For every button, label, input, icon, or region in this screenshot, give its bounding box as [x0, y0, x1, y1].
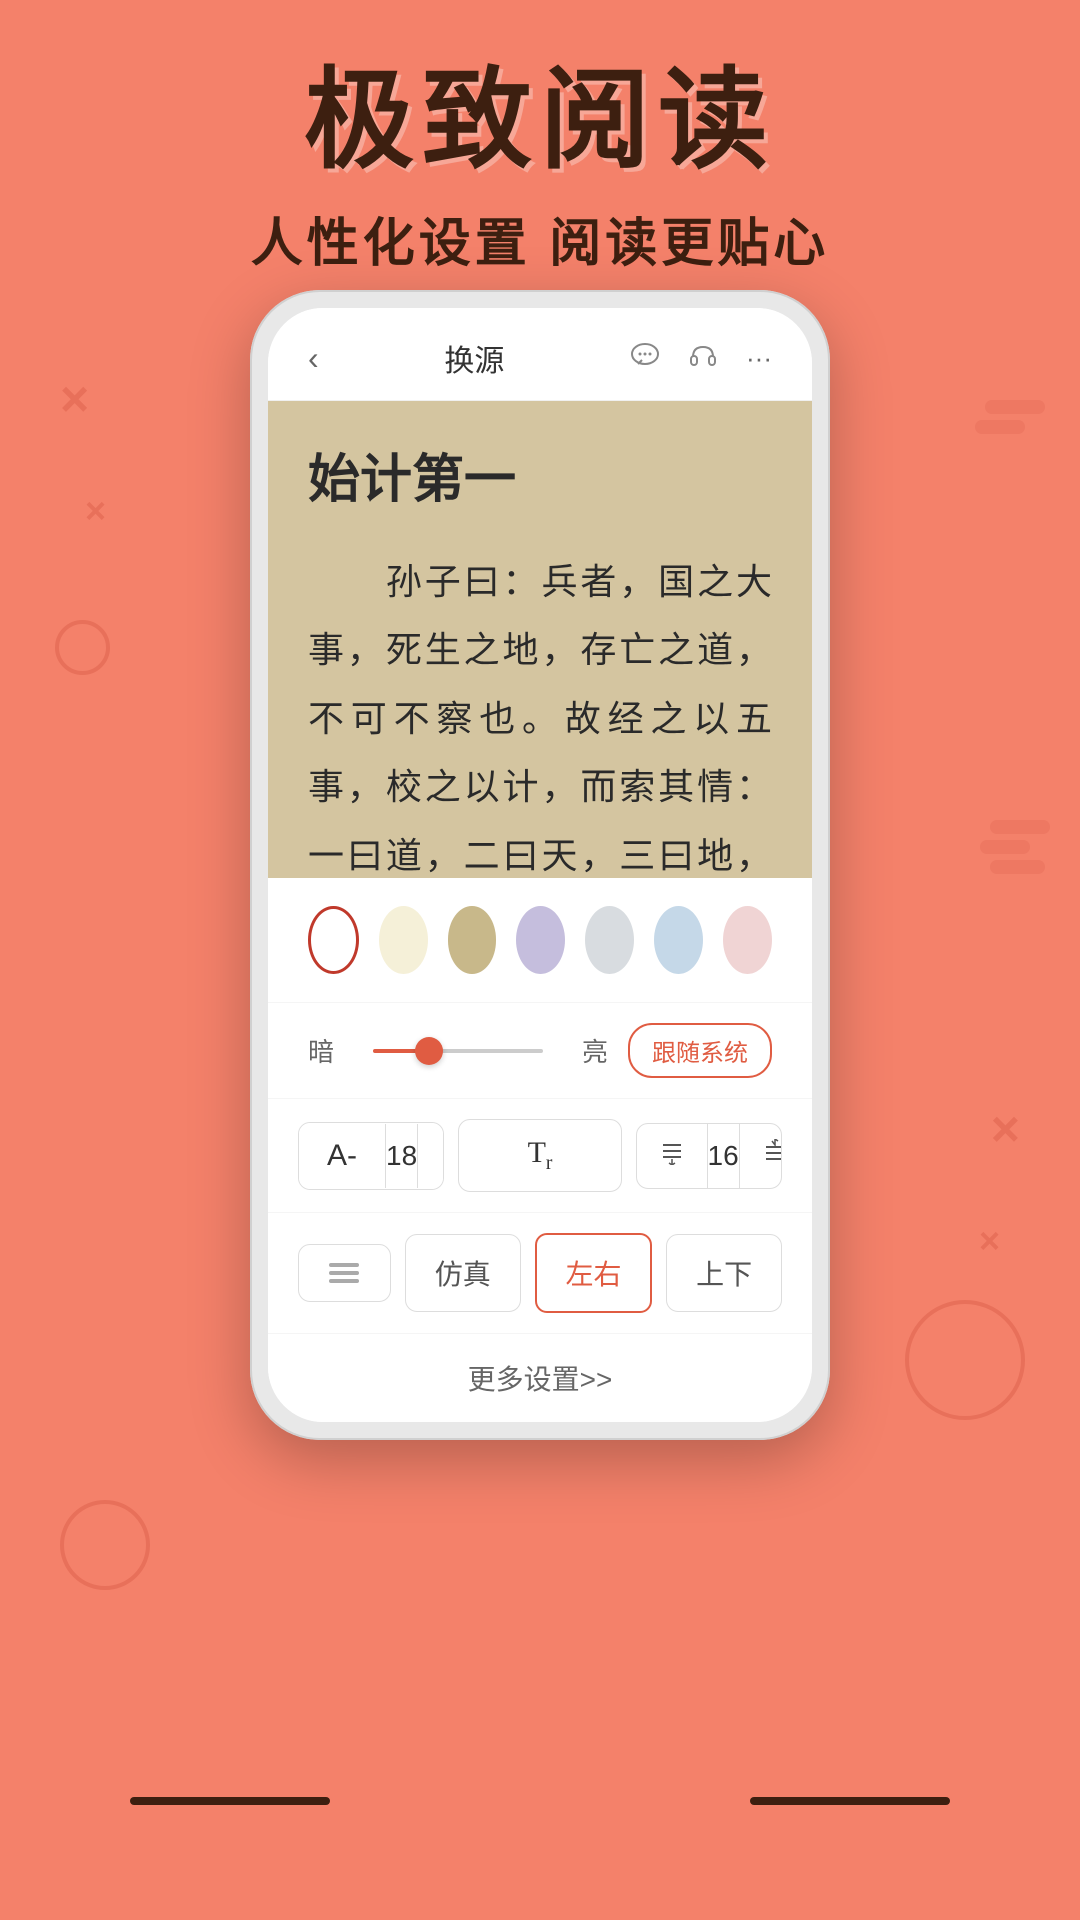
light-label: 亮 [563, 1032, 608, 1069]
deco-circle-1 [55, 620, 110, 675]
color-swatch-white[interactable] [308, 906, 359, 974]
line-spacing-value: 16 [707, 1124, 740, 1188]
color-swatch-blue[interactable] [654, 906, 703, 974]
simulated-page-label: 仿真 [435, 1253, 491, 1293]
deco-squiggle-3 [990, 860, 1045, 874]
deco-squiggle-4 [985, 400, 1045, 414]
more-settings-label: 更多设置>> [468, 1364, 613, 1395]
left-right-button[interactable]: 左右 [535, 1233, 653, 1313]
color-swatch-gray[interactable] [585, 906, 634, 974]
line-spacing-control: 16 [636, 1123, 782, 1189]
deco-dash-2 [750, 1797, 950, 1805]
font-size-value: 18 [385, 1124, 418, 1188]
line-increase-icon[interactable] [740, 1125, 782, 1186]
settings-panel: 暗 亮 跟随系统 A- 18 A+ [268, 878, 812, 1422]
main-title: 极致阅读 [0, 60, 1080, 181]
simulated-page-button[interactable]: 仿真 [405, 1234, 521, 1312]
chat-icon[interactable] [630, 341, 660, 376]
up-down-button[interactable]: 上下 [666, 1234, 782, 1312]
deco-x-4: × [979, 1220, 1000, 1262]
left-right-label: 左右 [565, 1253, 621, 1293]
font-type-control[interactable]: Tr [458, 1119, 621, 1192]
more-settings[interactable]: 更多设置>> [268, 1334, 812, 1422]
top-bar-icons: ··· [630, 341, 772, 376]
color-swatch-tan[interactable] [448, 906, 497, 974]
more-icon[interactable]: ··· [746, 343, 772, 374]
screen-content: ‹ 换源 [268, 308, 812, 1422]
source-title[interactable]: 换源 [444, 336, 504, 380]
brightness-slider[interactable] [373, 1049, 543, 1053]
color-swatches [268, 878, 812, 1003]
follow-system-button[interactable]: 跟随系统 [628, 1023, 772, 1078]
color-swatch-pink[interactable] [723, 906, 772, 974]
scroll-mode-button[interactable] [298, 1244, 391, 1302]
up-down-label: 上下 [696, 1253, 752, 1293]
deco-dash-1 [130, 1797, 330, 1805]
chapter-title: 始计第一 [308, 437, 772, 512]
phone-outer: ‹ 换源 [250, 290, 830, 1440]
color-swatch-cream[interactable] [379, 906, 428, 974]
phone-mockup: ‹ 换源 [250, 290, 830, 1440]
line-decrease-icon[interactable] [637, 1125, 707, 1186]
deco-circle-3 [905, 1300, 1025, 1420]
font-row: A- 18 A+ Tr [268, 1099, 812, 1213]
deco-circle-2 [60, 1500, 150, 1590]
font-decrease-button[interactable]: A- [299, 1123, 385, 1189]
headphone-icon[interactable] [688, 341, 718, 376]
back-button[interactable]: ‹ [308, 340, 319, 377]
brightness-row: 暗 亮 跟随系统 [268, 1003, 812, 1099]
deco-x-2: × [85, 490, 106, 532]
title-area: 极致阅读 人性化设置 阅读更贴心 [0, 60, 1080, 276]
reading-text: 孙子曰：兵者，国之大事，死生之地，存亡之道，不可不察也。故经之以五事，校之以计，… [308, 548, 772, 878]
top-bar: ‹ 换源 [268, 308, 812, 401]
slider-thumb[interactable] [415, 1037, 443, 1065]
phone-screen: ‹ 换源 [268, 308, 812, 1422]
font-type-icon: Tr [528, 1136, 553, 1175]
sub-title: 人性化设置 阅读更贴心 [0, 201, 1080, 276]
deco-squiggle-5 [975, 420, 1025, 434]
mode-row: 仿真 左右 上下 [268, 1213, 812, 1334]
deco-squiggle-1 [990, 820, 1050, 834]
deco-x-1: × [60, 370, 89, 428]
color-swatch-lavender[interactable] [516, 906, 565, 974]
font-increase-button[interactable]: A+ [418, 1123, 444, 1189]
reading-area: 始计第一 孙子曰：兵者，国之大事，死生之地，存亡之道，不可不察也。故经之以五事，… [268, 401, 812, 878]
dark-label: 暗 [308, 1032, 353, 1069]
deco-x-3: × [991, 1100, 1020, 1158]
font-size-control: A- 18 A+ [298, 1122, 444, 1190]
deco-squiggle-2 [980, 840, 1030, 854]
